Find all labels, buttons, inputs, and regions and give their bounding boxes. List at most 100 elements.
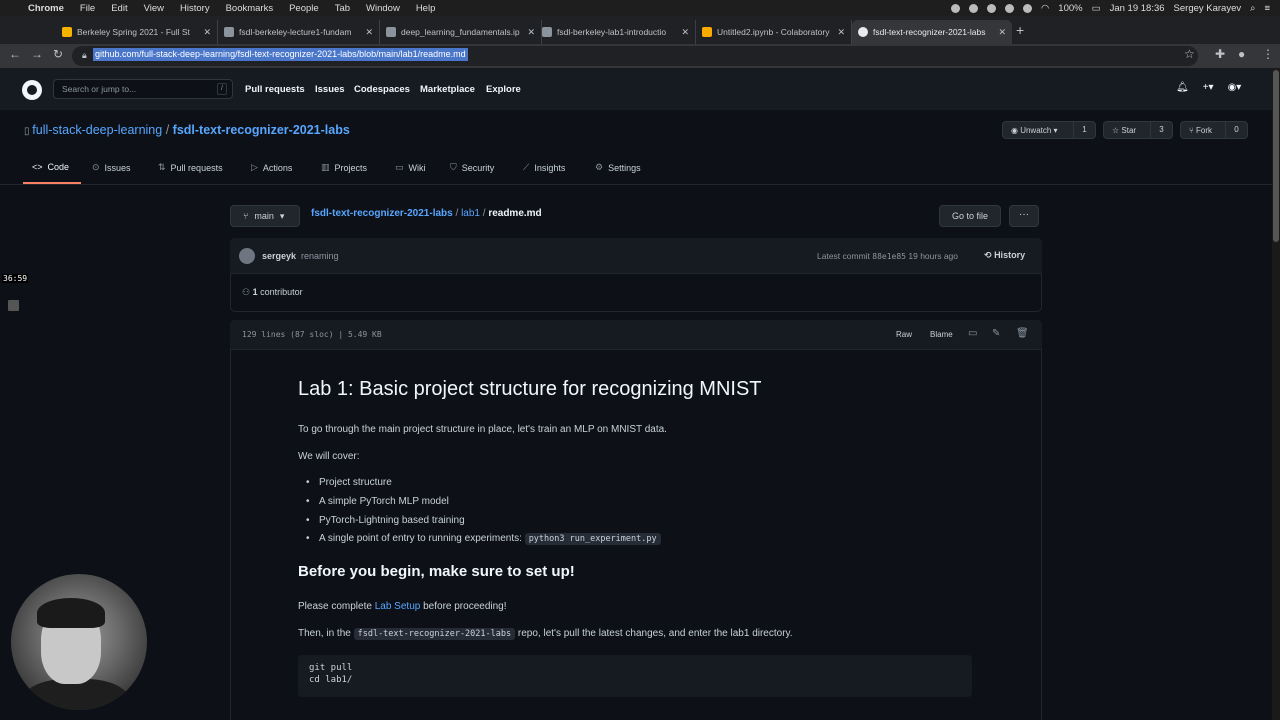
chrome-menu-icon[interactable]: ⋮ (1262, 47, 1274, 61)
people-icon: ⚇ (242, 287, 251, 297)
menubar-item-people[interactable]: People (289, 3, 319, 14)
more-options-button[interactable]: ··· (1009, 205, 1039, 227)
lock-icon[interactable]: 🔒︎ (82, 50, 87, 61)
nav-codespaces[interactable]: Codespaces (354, 84, 410, 95)
menubar-datetime[interactable]: Jan 19 18:36 (1110, 3, 1165, 14)
search-input[interactable]: Search or jump to... / (53, 79, 233, 99)
stop-recording-button[interactable] (8, 300, 19, 311)
status-icon[interactable] (1005, 3, 1014, 13)
list-item-text: A simple PyTorch MLP model (319, 496, 449, 507)
breadcrumb-repo-link[interactable]: fsdl-text-recognizer-2021-labs (311, 208, 453, 219)
nav-marketplace[interactable]: Marketplace (420, 84, 475, 95)
star-button[interactable]: ☆ Star 3 (1103, 121, 1173, 139)
repo-owner-link[interactable]: full-stack-deep-learning (32, 123, 162, 137)
tab-wiki[interactable]: ▭ Wiki (395, 162, 426, 173)
github-logo-icon[interactable] (22, 80, 42, 100)
close-icon[interactable]: ✕ (837, 27, 845, 38)
search-icon[interactable]: ⌕ (1250, 3, 1255, 14)
close-icon[interactable]: ✕ (203, 27, 211, 38)
lab-setup-link[interactable]: Lab Setup (375, 601, 421, 612)
menubar-item-window[interactable]: Window (366, 3, 400, 14)
contributors-link[interactable]: ⚇ 1 contributor (242, 287, 303, 298)
readme-intro: To go through the main project structure… (298, 424, 667, 435)
setup-text-pre: Please complete (298, 601, 375, 612)
url-text[interactable]: github.com/full-stack-deep-learning/fsdl… (93, 48, 468, 61)
history-button[interactable]: ⟲ History (984, 250, 1025, 261)
close-icon[interactable]: ✕ (681, 27, 689, 38)
menubar-item-history[interactable]: History (180, 3, 210, 14)
menubar-item-help[interactable]: Help (416, 3, 436, 14)
menubar-item-tab[interactable]: Tab (335, 3, 350, 14)
tab-pull-requests[interactable]: ⇅ Pull requests (158, 162, 223, 173)
tab-projects[interactable]: ▥ Projects (321, 162, 367, 173)
new-tab-button[interactable]: + (1016, 22, 1024, 38)
tab-security[interactable]: ⛉ Security (450, 162, 494, 173)
tab-code[interactable]: <> Code (32, 162, 69, 172)
commit-author-link[interactable]: sergeyk (262, 251, 296, 261)
menu-icon[interactable]: ≡ (1264, 3, 1270, 14)
blame-button[interactable]: Blame (930, 330, 953, 339)
list-item: A single point of entry to running exper… (306, 533, 661, 545)
menubar-item-edit[interactable]: Edit (111, 3, 127, 14)
menubar-app-name[interactable]: Chrome (28, 3, 64, 14)
browser-tab[interactable]: deep_learning_fundamentals.ip ✕ (380, 20, 542, 44)
reload-icon[interactable]: ↻ (53, 47, 63, 61)
fork-button[interactable]: ⑂ Fork 0 (1180, 121, 1248, 139)
browser-tab[interactable]: fsdl-berkeley-lab1-introductio ✕ (536, 20, 696, 44)
battery-percent[interactable]: 100% (1058, 3, 1082, 14)
extensions-icon[interactable]: ✚ (1215, 47, 1225, 61)
go-to-file-button[interactable]: Go to file (939, 205, 1001, 227)
create-new-icon[interactable]: +▾ (1203, 82, 1214, 93)
book-icon: ▭ (395, 162, 404, 172)
nav-issues[interactable]: Issues (315, 84, 345, 95)
forward-icon[interactable]: → (31, 47, 43, 61)
back-icon[interactable]: ← (9, 47, 21, 61)
desktop-icon[interactable]: ▭ (968, 328, 977, 339)
menubar-item-file[interactable]: File (80, 3, 95, 14)
tab-title: Untitled2.ipynb - Colaboratory (717, 27, 830, 37)
avatar[interactable] (239, 248, 255, 264)
recording-timer: 36:59 (2, 274, 29, 283)
repo-name-link[interactable]: fsdl-text-recognizer-2021-labs (173, 123, 350, 137)
browser-tab-active[interactable]: fsdl-text-recognizer-2021-labs ✕ (852, 20, 1012, 44)
battery-icon[interactable]: ▭ (1092, 3, 1101, 14)
nav-explore[interactable]: Explore (486, 84, 521, 95)
status-icon[interactable] (1023, 3, 1032, 13)
unwatch-button[interactable]: ◉ Unwatch ▾ 1 (1002, 121, 1096, 139)
list-item: A simple PyTorch MLP model (306, 496, 449, 507)
browser-tab[interactable]: Untitled2.ipynb - Colaboratory ✕ (696, 20, 852, 44)
tab-label: Code (47, 162, 70, 172)
browser-tab[interactable]: fsdl-berkeley-lecture1-fundam ✕ (218, 20, 380, 44)
user-avatar[interactable]: ◉▾ (1228, 82, 1242, 93)
wifi-icon[interactable]: ◠ (1041, 3, 1049, 14)
status-icon[interactable] (951, 3, 960, 13)
menubar-item-view[interactable]: View (144, 3, 164, 14)
star-label: Star (1121, 125, 1137, 135)
code-block: git pull cd lab1/ (298, 655, 972, 697)
profile-avatar[interactable]: ● (1238, 47, 1245, 61)
close-icon[interactable]: ✕ (365, 27, 373, 38)
scrollbar-thumb[interactable] (1273, 70, 1279, 242)
commit-sha-link[interactable]: 88e1e85 (872, 252, 906, 261)
tab-issues[interactable]: ⊙ Issues (92, 162, 131, 173)
trash-icon[interactable]: 🗑︎ (1016, 328, 1029, 339)
tab-settings[interactable]: ⚙ Settings (595, 162, 641, 173)
bookmark-star-icon[interactable]: ☆ (1184, 47, 1195, 61)
branch-select[interactable]: ⑂ main ▾ (230, 205, 300, 227)
status-icon[interactable] (987, 3, 996, 13)
pencil-icon[interactable]: ✎ (992, 328, 1000, 339)
raw-button[interactable]: Raw (896, 330, 912, 339)
tab-actions[interactable]: ▷ Actions (251, 162, 292, 173)
commit-message-link[interactable]: renaming (301, 251, 339, 261)
bell-icon[interactable]: 🔔︎ (1176, 82, 1189, 93)
menubar-user[interactable]: Sergey Karayev (1174, 3, 1242, 14)
breadcrumb-dir-link[interactable]: lab1 (461, 208, 480, 219)
status-icon[interactable] (969, 3, 978, 13)
close-icon[interactable]: ✕ (527, 27, 535, 38)
menubar-item-bookmarks[interactable]: Bookmarks (226, 3, 274, 14)
play-icon: ▷ (251, 162, 258, 172)
browser-tab[interactable]: Berkeley Spring 2021 - Full St ✕ (56, 20, 218, 44)
nav-pull-requests[interactable]: Pull requests (245, 84, 305, 95)
tab-insights[interactable]: ⟋ Insights (523, 162, 565, 173)
close-icon[interactable]: ✕ (998, 27, 1006, 38)
